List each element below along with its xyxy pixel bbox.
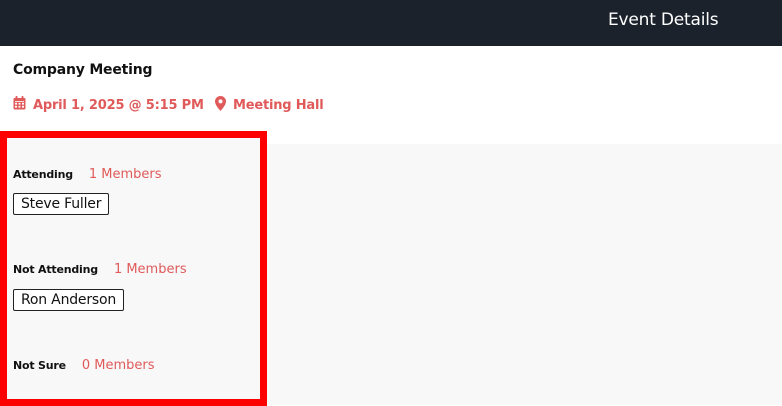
rsvp-panel: Attending 1 Members Steve Fuller Not Att… [0,131,267,406]
rsvp-group-not-attending: Not Attending 1 Members [13,262,187,277]
event-datetime: April 1, 2025 @ 5:15 PM [13,96,204,114]
member-chip[interactable]: Steve Fuller [13,193,110,215]
map-pin-icon [215,96,226,115]
group-label: Attending [13,168,73,181]
group-count: 0 Members [81,358,155,373]
rsvp-group-attending: Attending 1 Members [13,167,162,182]
page-title: Event Details [608,10,719,30]
calendar-icon [13,96,26,114]
group-label: Not Attending [13,263,98,276]
group-count: 1 Members [113,262,187,277]
event-location: Meeting Hall [215,96,324,115]
event-title: Company Meeting [13,62,153,78]
group-label: Not Sure [13,359,66,372]
top-header: Event Details [0,0,782,46]
member-chip[interactable]: Ron Anderson [13,289,125,311]
group-count: 1 Members [88,167,162,182]
event-location-text: Meeting Hall [233,98,324,113]
event-datetime-text: April 1, 2025 @ 5:15 PM [33,97,204,113]
rsvp-group-not-sure: Not Sure 0 Members [13,358,155,373]
